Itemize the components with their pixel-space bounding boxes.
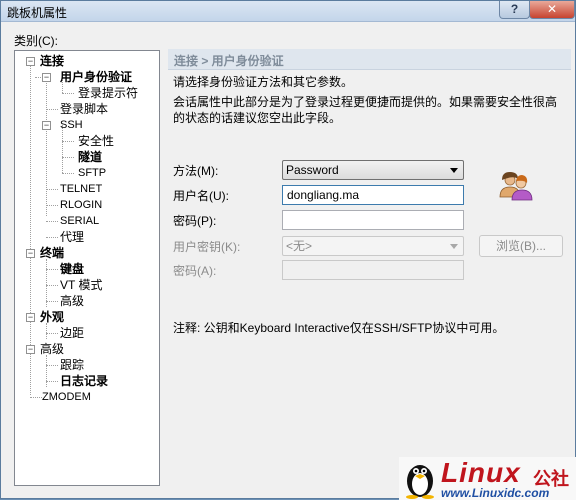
tree-item-margins[interactable]: 边距	[60, 326, 84, 340]
browse-button[interactable]: 浏览(B)...	[479, 235, 563, 257]
collapse-icon[interactable]: −	[26, 345, 35, 354]
tree-item-rlogin[interactable]: RLOGIN	[60, 198, 102, 212]
method-value: Password	[286, 163, 339, 177]
help-button[interactable]: ?	[499, 1, 530, 19]
user-key-value: <无>	[286, 239, 313, 253]
tree-item-telnet[interactable]: TELNET	[60, 182, 102, 196]
passphrase-label: 密码(A):	[173, 264, 217, 278]
tree-item-proxy[interactable]: 代理	[60, 230, 84, 244]
user-key-select[interactable]: <无>	[282, 236, 464, 256]
tree-item-keyboard[interactable]: 键盘	[60, 262, 84, 276]
method-select[interactable]: Password	[282, 160, 464, 180]
penguin-icon	[406, 465, 434, 499]
collapse-icon[interactable]: −	[42, 73, 51, 82]
watermark-url: www.Linuxidc.com	[441, 486, 550, 500]
tree-item-connection[interactable]: 连接	[40, 54, 64, 68]
password-input[interactable]	[282, 210, 464, 230]
panel-description-2: 会话属性中此部分是为了登录过程更便捷而提供的。如果需要安全性很高	[173, 95, 558, 109]
username-label: 用户名(U):	[173, 189, 229, 203]
tree-item-vt-mode[interactable]: VT 模式	[60, 278, 102, 292]
tree-item-sftp[interactable]: SFTP	[78, 166, 106, 180]
collapse-icon[interactable]: −	[26, 313, 35, 322]
tree-item-appearance[interactable]: 外观	[40, 310, 64, 324]
panel-description: 请选择身份验证方法和其它参数。	[173, 75, 354, 89]
collapse-icon[interactable]: −	[42, 121, 51, 130]
passphrase-input[interactable]	[282, 260, 464, 280]
title-bar: 跳板机属性 ? ✕	[1, 1, 575, 22]
tree-item-advanced[interactable]: 高级	[40, 342, 64, 356]
watermark-logo: Linux	[441, 457, 521, 488]
tree-item-security[interactable]: 安全性	[78, 134, 114, 148]
collapse-icon[interactable]: −	[26, 249, 35, 258]
username-input[interactable]: dongliang.ma	[282, 185, 464, 205]
tree-item-logging[interactable]: 日志记录	[60, 374, 108, 388]
tree-item-terminal[interactable]: 终端	[40, 246, 64, 260]
panel-description-3: 的状态的话建议您空出此字段。	[173, 111, 342, 125]
users-icon	[499, 172, 533, 201]
tree-item-serial[interactable]: SERIAL	[60, 214, 99, 228]
dropdown-arrow-icon	[450, 244, 458, 249]
tree-item-zmodem[interactable]: ZMODEM	[42, 390, 91, 404]
category-tree[interactable]: − − − − − − 连接 用户身份验证 登录提示符 登录脚本 SSH 安全性…	[14, 50, 160, 486]
window-title: 跳板机属性	[7, 6, 68, 20]
tree-item-terminal-advanced[interactable]: 高级	[60, 294, 84, 308]
panel-breadcrumb: 连接 > 用户身份验证	[174, 54, 284, 68]
note-text: 注释: 公钥和Keyboard Interactive仅在SSH/SFTP协议中…	[173, 321, 505, 335]
tree-item-ssh[interactable]: SSH	[60, 118, 83, 132]
properties-dialog: 跳板机属性 ? ✕ 类别(C): − − − − − − 连接 用户身份验证 登…	[0, 0, 576, 500]
close-button[interactable]: ✕	[529, 1, 575, 19]
collapse-icon[interactable]: −	[26, 57, 35, 66]
method-label: 方法(M):	[173, 164, 219, 178]
tree-item-trace[interactable]: 跟踪	[60, 358, 84, 372]
category-label: 类别(C):	[14, 34, 58, 48]
watermark: Linux 公社 www.Linuxidc.com	[399, 457, 576, 500]
password-label: 密码(P):	[173, 214, 217, 228]
tree-item-tunnel[interactable]: 隧道	[78, 150, 102, 164]
tree-item-login-script[interactable]: 登录脚本	[60, 102, 108, 116]
dropdown-arrow-icon	[450, 168, 458, 173]
user-key-label: 用户密钥(K):	[173, 240, 241, 254]
tree-item-user-auth[interactable]: 用户身份验证	[60, 70, 132, 84]
panel-header: 连接 > 用户身份验证	[168, 49, 571, 70]
tree-item-login-prompt[interactable]: 登录提示符	[78, 86, 138, 100]
